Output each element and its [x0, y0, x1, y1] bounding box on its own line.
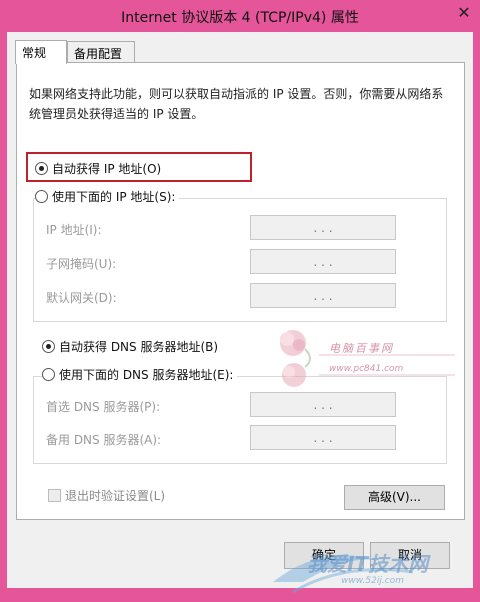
advanced-button[interactable]: 高级(V)... — [344, 485, 445, 510]
watermark-top-url: www.pc841.com — [329, 364, 404, 374]
dialog-client: 常规 备用配置 如果网络支持此功能，则可以获取自动指派的 IP 设置。否则，你需… — [7, 32, 473, 594]
radio-unchecked-icon — [35, 189, 48, 203]
auto-dns-label: 自动获得 DNS 服务器地址(B) — [59, 339, 219, 354]
radio-checked-icon — [35, 161, 48, 175]
manual-dns-radio[interactable]: 使用下面的 DNS 服务器地址(E): — [42, 365, 238, 383]
auto-ip-radio[interactable]: 自动获得 IP 地址(O) — [35, 159, 162, 177]
title-bar: Internet 协议版本 4 (TCP/IPv4) 属性 ✕ — [0, 0, 480, 32]
auto-dns-radio[interactable]: 自动获得 DNS 服务器地址(B) — [42, 337, 219, 355]
ip-address-field[interactable]: . . . — [250, 215, 396, 240]
default-gateway-label: 默认网关(D): — [46, 291, 117, 305]
ip-address-dots: . . . — [313, 220, 333, 235]
default-gateway-field[interactable]: . . . — [250, 283, 396, 308]
radio-checked-icon — [42, 339, 55, 353]
alternate-dns-field[interactable]: . . . — [250, 425, 396, 450]
preferred-dns-label: 首选 DNS 服务器(P): — [46, 400, 161, 414]
preferred-dns-field[interactable]: . . . — [250, 392, 396, 417]
subnet-mask-label: 子网掩码(U): — [46, 257, 117, 271]
watermark-top-text: 电脑百事网 — [329, 342, 394, 355]
validate-on-exit-label: 退出时验证设置(L) — [65, 489, 166, 503]
tab-general[interactable]: 常规 — [15, 40, 67, 64]
validate-on-exit-checkbox[interactable]: 退出时验证设置(L) — [48, 487, 165, 504]
watermark-bottom-url: www.52ij.com — [341, 576, 404, 586]
subnet-mask-dots: . . . — [313, 254, 333, 269]
radio-unchecked-icon — [42, 367, 55, 381]
ip-address-label: IP 地址(I): — [46, 223, 102, 237]
manual-ip-label: 使用下面的 IP 地址(S): — [52, 189, 176, 204]
alternate-dns-dots: . . . — [313, 430, 333, 445]
description-text: 如果网络支持此功能，则可以获取自动指派的 IP 设置。否则，你需要从网络系统管理… — [29, 87, 444, 121]
checkbox-box — [48, 489, 61, 502]
default-gateway-dots: . . . — [313, 288, 333, 303]
manual-ip-radio[interactable]: 使用下面的 IP 地址(S): — [35, 187, 180, 205]
close-button[interactable]: ✕ — [452, 2, 476, 24]
window-title: Internet 协议版本 4 (TCP/IPv4) 属性 — [121, 10, 359, 26]
tab-alternate-config[interactable]: 备用配置 — [67, 41, 135, 63]
manual-dns-label: 使用下面的 DNS 服务器地址(E): — [59, 367, 234, 382]
close-icon: ✕ — [457, 3, 471, 22]
auto-ip-label: 自动获得 IP 地址(O) — [52, 161, 162, 176]
alternate-dns-label: 备用 DNS 服务器(A): — [46, 433, 162, 447]
preferred-dns-dots: . . . — [313, 397, 333, 412]
watermark-bottom-text: 我爱IT技术网 — [307, 552, 429, 576]
subnet-mask-field[interactable]: . . . — [250, 249, 396, 274]
